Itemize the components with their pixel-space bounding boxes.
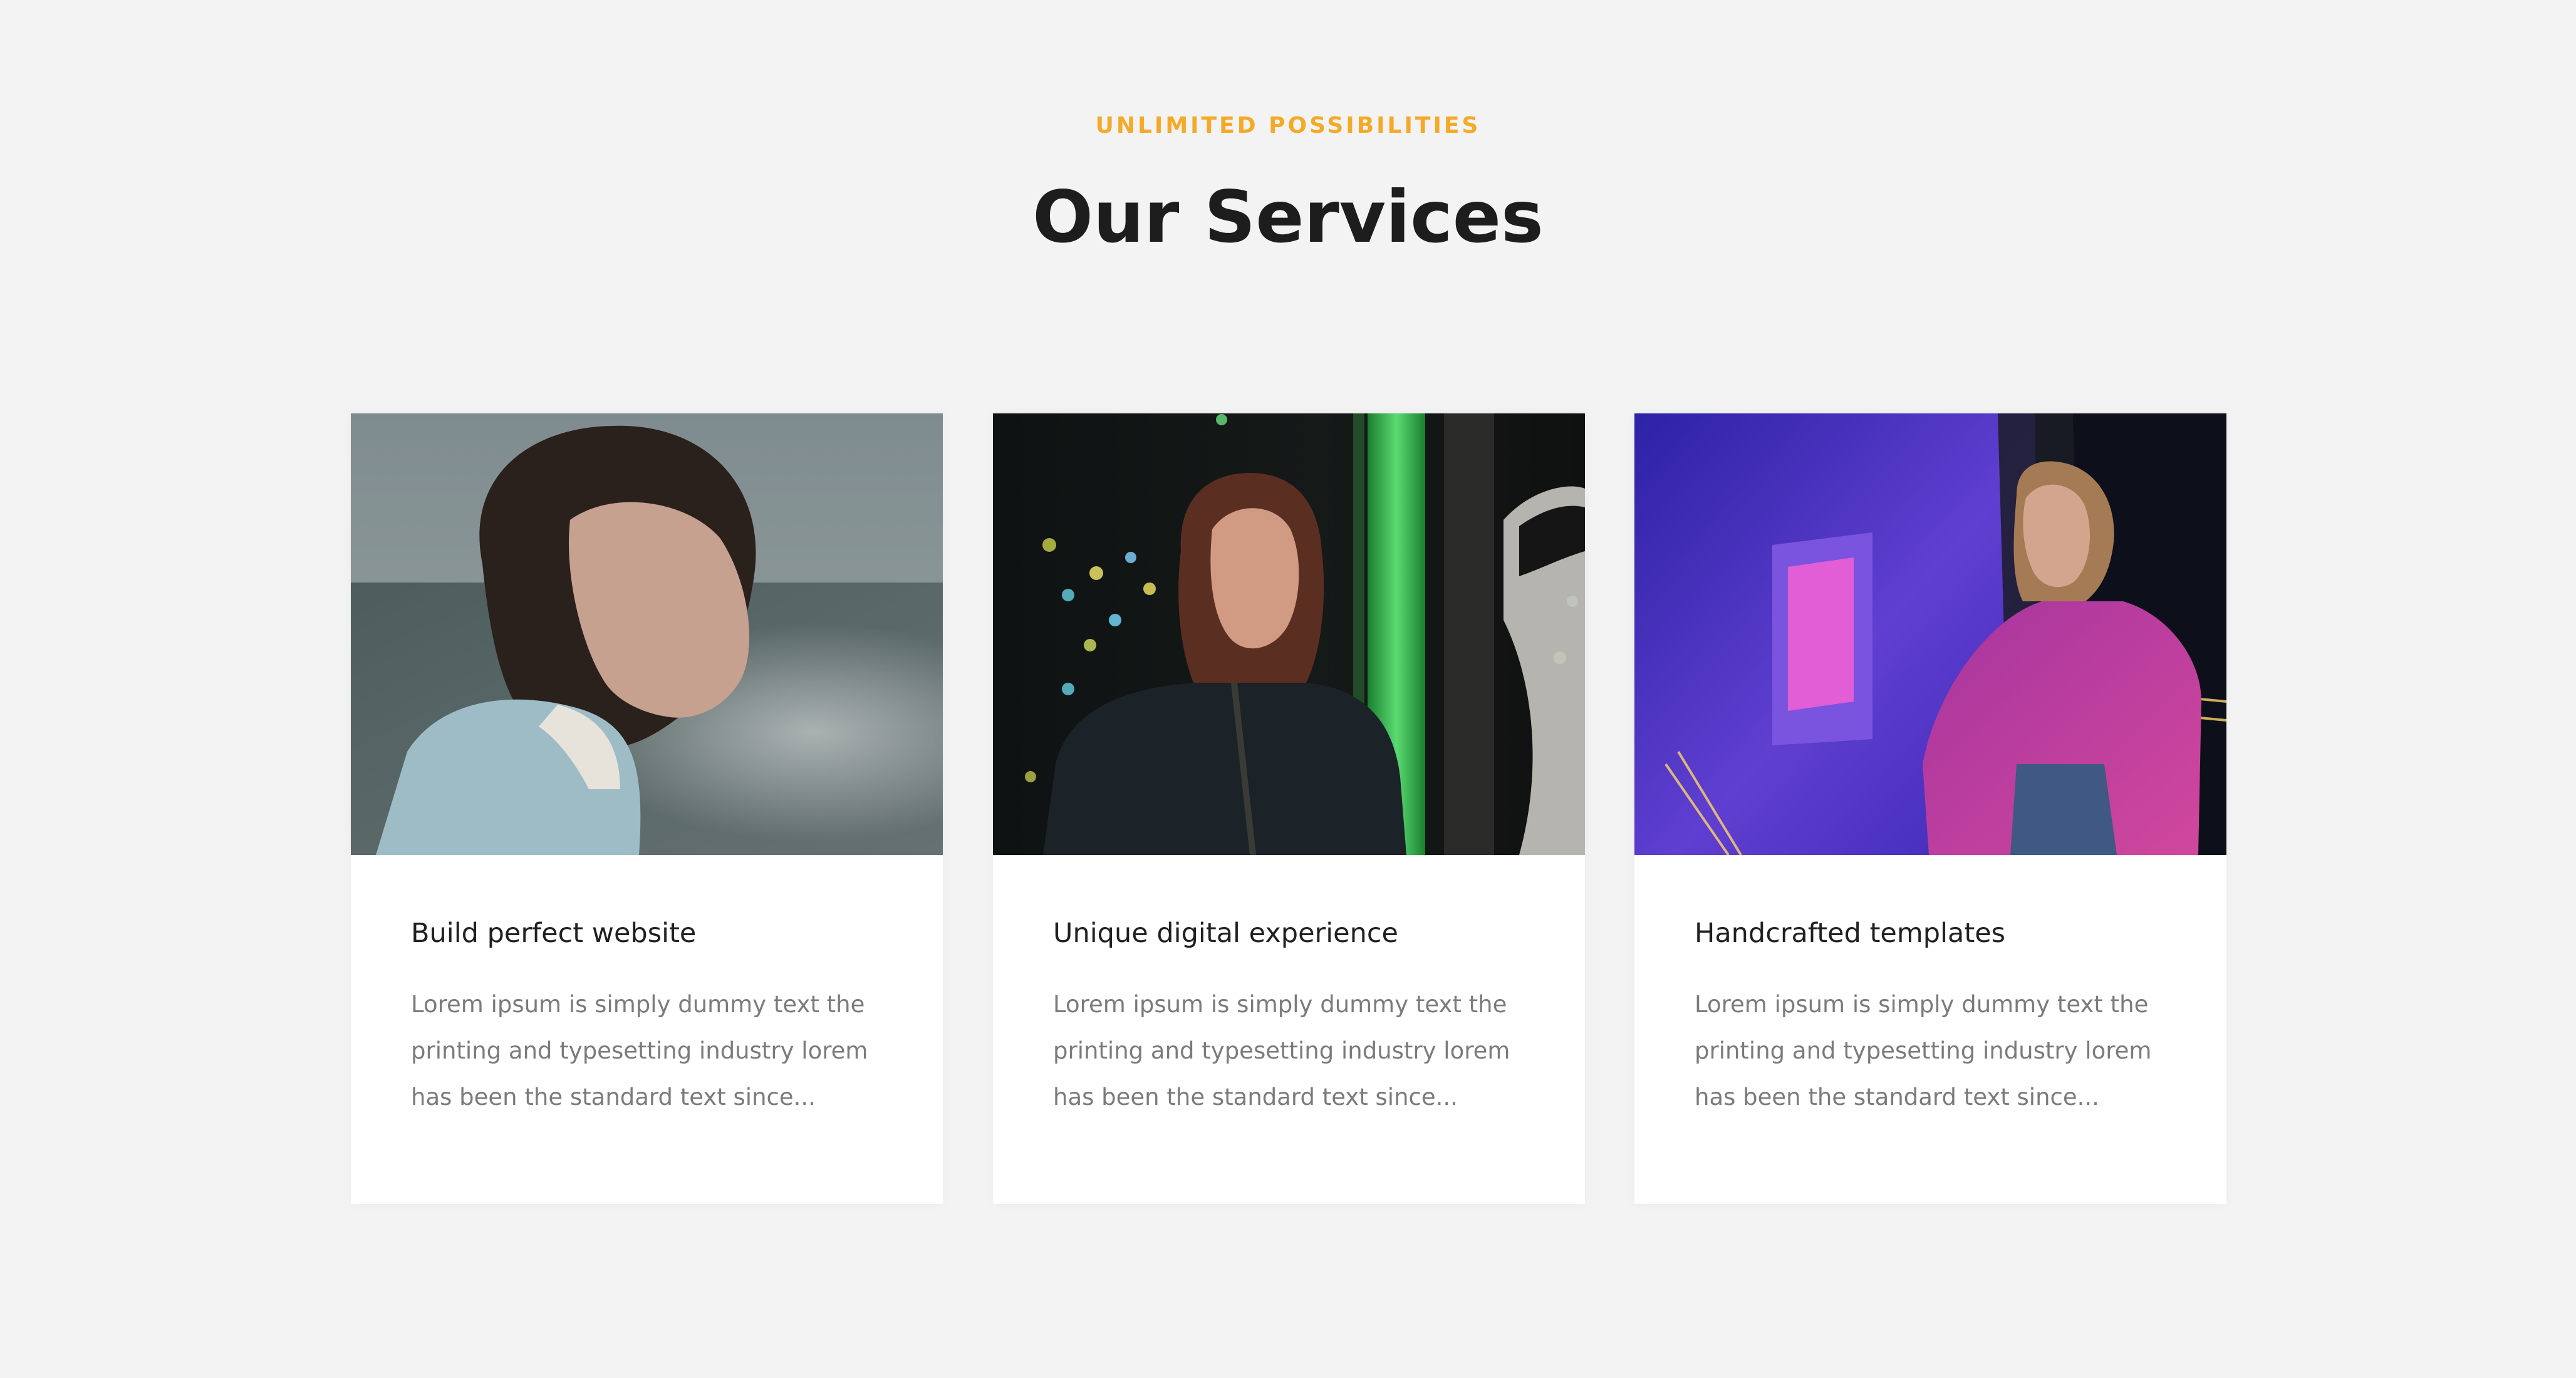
- services-section: UNLIMITED POSSIBILITIES Our Services Bui…: [0, 0, 2576, 1378]
- service-card-text: Lorem ipsum is simply dummy text the pri…: [1053, 991, 1510, 1111]
- service-card-text: Lorem ipsum is simply dummy text the pri…: [411, 991, 868, 1111]
- service-card[interactable]: Unique digital experience Lorem ipsum is…: [993, 413, 1585, 1204]
- service-card-title[interactable]: Unique digital experience: [1053, 918, 1529, 949]
- service-card[interactable]: Handcrafted templates Lorem ipsum is sim…: [1634, 413, 2226, 1204]
- service-card-image: [1634, 413, 2226, 855]
- portrait-neon-image: [993, 413, 1585, 855]
- portrait-sea-image: [351, 413, 943, 855]
- service-card-text: Lorem ipsum is simply dummy text the pri…: [1695, 991, 2152, 1111]
- service-card-image: [993, 413, 1585, 855]
- service-card-image: [351, 413, 943, 855]
- service-card[interactable]: Build perfect website Lorem ipsum is sim…: [351, 413, 943, 1204]
- section-eyebrow: UNLIMITED POSSIBILITIES: [1095, 113, 1481, 138]
- service-card-title[interactable]: Handcrafted templates: [1695, 918, 2171, 949]
- portrait-purple-image: [1634, 413, 2226, 855]
- service-card-body: Unique digital experience Lorem ipsum is…: [1053, 918, 1529, 1121]
- service-card-title[interactable]: Build perfect website: [411, 918, 887, 949]
- section-title: Our Services: [1032, 175, 1544, 259]
- service-card-body: Build perfect website Lorem ipsum is sim…: [411, 918, 887, 1121]
- service-card-body: Handcrafted templates Lorem ipsum is sim…: [1695, 918, 2171, 1121]
